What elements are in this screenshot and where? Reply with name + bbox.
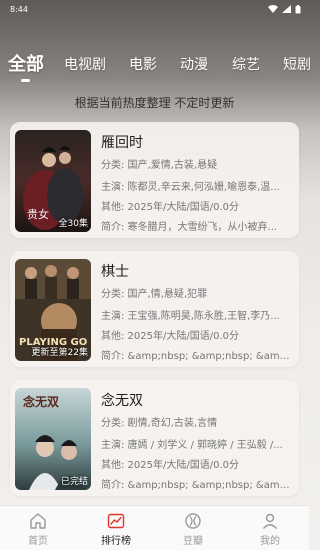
drama-card[interactable]: PLAYING GO 更新至第22集 棋士 分类: 国产,情,悬疑,犯罪 主演:…	[10, 251, 299, 367]
drama-cast: 主演: 陈都灵,辛云来,何泓姗,喻恩泰,温...	[101, 182, 280, 193]
tab-short[interactable]: 短剧	[283, 54, 311, 74]
nav-home-label: 首页	[28, 536, 48, 547]
episode-badge: 全30集	[58, 219, 88, 229]
drama-title[interactable]: 棋士	[101, 261, 129, 281]
poster-title-art: 贵女	[27, 207, 49, 221]
episode-badge: 更新至第22集	[31, 348, 88, 358]
nav-douban-label: 豆瓣	[183, 536, 203, 547]
battery-icon	[295, 4, 301, 13]
tab-anime[interactable]: 动漫	[180, 54, 208, 74]
poster-image[interactable]: 贵女 全30集	[15, 130, 91, 232]
drama-other: 其他: 2025年/大陆/国语/0.0分	[101, 331, 240, 342]
tab-tv[interactable]: 电视剧	[64, 54, 106, 74]
drama-intro: 简介: &amp;nbsp; &amp;nbsp; &amp;nb...	[101, 351, 291, 362]
douban-icon	[185, 513, 201, 529]
nav-profile-label: 我的	[260, 536, 280, 547]
status-bar: 8:44	[0, 0, 309, 18]
drama-card[interactable]: 贵女 全30集 雁回时 分类: 国产,爱情,古装,悬疑 主演: 陈都灵,辛云来,…	[10, 122, 299, 238]
active-tab-indicator	[21, 79, 30, 82]
drama-intro: 简介: &amp;nbsp; &amp;nbsp; &amp;nb...	[101, 480, 291, 491]
drama-other: 其他: 2025年/大陆/国语/0.0分	[101, 460, 240, 471]
episode-badge: 已完结	[60, 477, 88, 487]
nav-douban[interactable]: 豆瓣	[163, 512, 223, 547]
drama-title[interactable]: 雁回时	[101, 132, 143, 152]
status-icons	[268, 4, 301, 14]
drama-category: 分类: 剧情,奇幻,古装,言情	[101, 418, 218, 429]
ranking-subtitle: 根据当前热度整理 不定时更新	[74, 96, 235, 110]
home-icon	[30, 513, 46, 529]
status-time: 8:44	[10, 4, 28, 14]
nav-home[interactable]: 首页	[8, 512, 68, 547]
bottom-nav: 首页 排行榜 豆瓣 我的	[0, 505, 309, 550]
nav-ranking-label: 排行榜	[101, 536, 131, 547]
poster-image[interactable]: 念无双 已完结	[15, 388, 91, 490]
chart-icon	[107, 513, 125, 529]
poster-title-art: 念无双	[23, 394, 59, 409]
nav-ranking[interactable]: 排行榜	[86, 512, 146, 547]
user-icon	[262, 513, 278, 529]
drama-title[interactable]: 念无双	[101, 390, 143, 410]
tab-variety[interactable]: 综艺	[232, 54, 260, 74]
drama-category: 分类: 国产,爱情,古装,悬疑	[101, 160, 218, 171]
nav-profile[interactable]: 我的	[240, 512, 300, 547]
category-tabs: 全部 电视剧 电影 动漫 综艺 短剧	[0, 50, 311, 82]
poster-image[interactable]: PLAYING GO 更新至第22集	[15, 259, 91, 361]
drama-category: 分类: 国产,情,悬疑,犯罪	[101, 289, 208, 300]
drama-cast: 主演: 唐嫣 / 刘学义 / 郭晓婷 / 王弘毅 /...	[101, 440, 283, 451]
drama-card[interactable]: 念无双 已完结 念无双 分类: 剧情,奇幻,古装,言情 主演: 唐嫣 / 刘学义…	[10, 380, 299, 496]
tab-all[interactable]: 全部	[8, 50, 44, 76]
drama-cast: 主演: 王宝强,陈明昊,陈永胜,王智,李乃...	[101, 311, 280, 322]
signal-icon	[282, 5, 291, 13]
drama-other: 其他: 2025年/大陆/国语/0.0分	[101, 202, 240, 213]
drama-intro: 简介: 寒冬腊月，大雪纷飞，从小被弃...	[101, 222, 278, 233]
tab-movie[interactable]: 电影	[129, 54, 157, 74]
wifi-icon	[268, 5, 278, 13]
